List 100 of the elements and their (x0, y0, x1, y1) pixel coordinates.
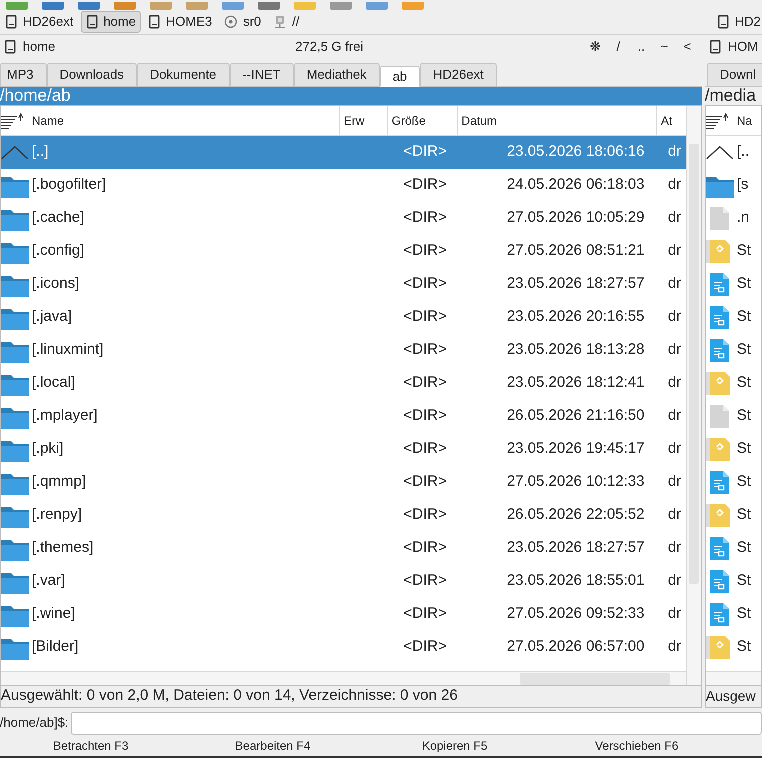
tab[interactable]: ab (380, 66, 420, 87)
file-attributes: dr (668, 308, 682, 326)
function-key-button[interactable]: Betrachten F3 (51, 737, 131, 755)
drive-button[interactable]: HD2 (712, 11, 762, 33)
file-size: <DIR> (404, 407, 447, 424)
file-attributes: dr (668, 143, 682, 160)
file-date: 23.05.2026 18:27:57 (507, 275, 645, 292)
file-attributes: dr (668, 572, 682, 590)
file-size: <DIR> (404, 374, 447, 392)
toolbar-icon[interactable] (186, 2, 208, 10)
toolbar-icon[interactable] (366, 2, 388, 10)
free-space-label: 272,5 G frei (296, 38, 364, 56)
nav-button[interactable]: / (608, 37, 629, 57)
file-size: <DIR> (404, 572, 447, 590)
status-text: Ausgewählt: 0 von 2,0 M, Dateien: 0 von 14, Verzeichnisse: 0 von 26 (1, 686, 458, 706)
drive-button[interactable]: HD26ext (0, 11, 79, 33)
file-date: 27.05.2026 09:52:33 (507, 605, 645, 622)
file-name: [.renpy] (32, 505, 82, 526)
path-bar: /home/ab (0, 87, 702, 105)
file-name: [s (737, 175, 749, 196)
toolbar-icon[interactable] (294, 2, 316, 10)
file-name: St (737, 472, 752, 492)
function-key-button[interactable]: Kopieren F5 (420, 737, 490, 755)
nav-button[interactable]: ❋ (585, 37, 606, 57)
file-attributes: dr (668, 473, 682, 490)
file-date: 26.05.2026 22:05:52 (507, 506, 645, 524)
drive-button[interactable]: // (268, 11, 305, 33)
file-date: 23.05.2026 18:13:28 (507, 341, 645, 358)
file-size: <DIR> (404, 341, 447, 358)
toolbar-icon[interactable] (258, 2, 280, 10)
drive-icon (709, 40, 722, 54)
file-attributes: dr (668, 374, 682, 392)
file-name: [.themes] (32, 538, 94, 558)
toolbar-icon[interactable] (330, 2, 352, 10)
file-attributes: dr (668, 209, 682, 226)
file-size: <DIR> (404, 176, 447, 194)
file-name: [Bilder] (32, 637, 79, 658)
file-attributes: dr (668, 605, 682, 622)
file-name: [.icons] (32, 274, 80, 294)
file-attributes: dr (668, 638, 682, 656)
file-name: [.qmmp] (32, 472, 86, 492)
file-name: [.linuxmint] (32, 340, 104, 360)
column-header[interactable]: Datum (456, 106, 656, 135)
file-size: <DIR> (404, 143, 447, 160)
tab[interactable]: Downl (707, 63, 762, 87)
nav-button[interactable]: < (677, 37, 698, 57)
nav-button[interactable]: ~ (654, 37, 675, 57)
disc-icon (224, 15, 238, 29)
tab[interactable]: Downloads (46, 63, 138, 87)
function-key-button[interactable]: Verschieben F6 (593, 737, 681, 755)
drive-icon (86, 15, 99, 29)
file-date: 27.05.2026 10:05:29 (507, 209, 645, 226)
toolbar-icon[interactable] (6, 2, 28, 10)
file-name: St (737, 241, 752, 262)
drive-icon (148, 15, 162, 29)
file-date: 27.05.2026 06:57:00 (507, 638, 645, 656)
tab[interactable]: HD26ext (420, 63, 497, 87)
tab[interactable]: Mediathek (294, 63, 380, 87)
file-attributes: dr (668, 242, 682, 260)
function-key-button[interactable]: Bearbeiten F4 (233, 737, 313, 755)
file-size: <DIR> (404, 638, 447, 656)
file-row[interactable]: [..] <DIR> 23.05.2026 18:06:16 dr (1, 136, 686, 169)
toolbar-icon[interactable] (222, 2, 244, 10)
file-name: St (737, 604, 752, 624)
file-date: 27.05.2026 08:51:21 (507, 242, 645, 260)
tab[interactable]: MP3 (0, 63, 47, 87)
nav-button[interactable]: .. (631, 37, 652, 57)
toolbar-icon[interactable] (42, 2, 64, 10)
toolbar-icon[interactable] (114, 2, 136, 10)
file-date: 23.05.2026 18:27:57 (507, 539, 645, 556)
file-size: <DIR> (404, 308, 447, 326)
toolbar-icon[interactable] (150, 2, 172, 10)
file-date: 23.05.2026 20:16:55 (507, 308, 645, 326)
file-size: <DIR> (404, 209, 447, 226)
column-header[interactable]: Größe (386, 106, 457, 135)
drive-label: home (23, 38, 56, 56)
file-date: 27.05.2026 10:12:33 (507, 473, 645, 490)
file-size: <DIR> (404, 473, 447, 490)
file-name: [.. (737, 142, 750, 162)
drive-icon (5, 15, 18, 29)
file-name: St (737, 505, 752, 526)
file-date: 23.05.2026 18:06:16 (507, 143, 645, 160)
drive-button[interactable]: home (80, 11, 142, 33)
sort-icon (706, 112, 729, 130)
column-header[interactable]: Na (706, 106, 761, 135)
command-prompt: /home/ab]$: (0, 714, 69, 732)
sort-icon (1, 112, 24, 130)
toolbar-icon[interactable] (402, 2, 424, 10)
file-size: <DIR> (404, 440, 447, 458)
toolbar-icon[interactable] (78, 2, 100, 10)
tab[interactable]: --INET (230, 63, 294, 87)
column-header[interactable]: Name (1, 106, 339, 135)
file-size: <DIR> (404, 539, 447, 556)
file-name: [.wine] (32, 604, 76, 624)
drive-button[interactable]: HOME3 (143, 11, 218, 33)
file-name: [.mplayer] (32, 406, 98, 426)
file-size: <DIR> (404, 242, 447, 260)
tab[interactable]: Dokumente (137, 63, 230, 87)
column-header[interactable]: Erw (338, 106, 387, 135)
drive-button[interactable]: sr0 (219, 11, 266, 33)
